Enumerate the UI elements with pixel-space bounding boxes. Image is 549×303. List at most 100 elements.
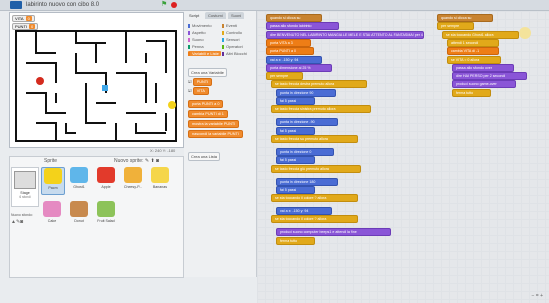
category-aspetto[interactable]: Aspetto [188,30,206,35]
new-backdrop-label: Nuovo sfondo: [11,213,33,217]
pacman-icon [168,101,176,109]
paint-new-sprite-icon[interactable]: ✎ [145,158,149,164]
variable-reporter-vita[interactable]: VITA [192,87,209,95]
tab-script[interactable]: Script [186,12,203,19]
script-block-4[interactable]: cambia VITA di -1 [447,47,499,56]
sprite-name: Apple [101,185,111,189]
sprites-label: Sprite [44,158,58,164]
sprite-thumb-bananas[interactable]: Bananas [149,167,171,193]
sprite-thumb-donut[interactable]: Donut [68,201,90,227]
script-block-9[interactable]: punta in direzione 90 [276,88,337,97]
script-block-6[interactable]: passa allo sfondo over [452,63,515,72]
script-block-22[interactable]: se sta toccando il colore ? allora [271,215,359,224]
camera-icon[interactable]: ◙ [156,158,159,164]
sprite-name: Bananas [152,185,168,189]
sprite-image [151,167,169,183]
script-block-13[interactable]: fai 5 passi [276,126,316,135]
script-block-5[interactable]: se VITA = 0 allora [447,55,501,64]
script-block-10[interactable]: fai 5 passi [276,97,316,105]
sprite-thumb-cake[interactable]: Cake [41,201,63,227]
apple-icon [36,77,44,85]
script-block-7[interactable]: per sempre [266,72,303,81]
zoom-controls[interactable]: − = + [531,293,543,299]
mouse-coordinates: X: 240 Y: -180 [150,148,176,153]
script-block-15[interactable]: punta in direzione 0 [276,147,334,156]
script-block-23[interactable]: produci suono computer beeps1 e attendi … [276,228,391,237]
script-block-1[interactable]: per sempre [437,22,474,31]
upload-sprite-icon[interactable]: ⬆ [150,158,154,164]
sprite-image [70,167,88,183]
script-block-2[interactable]: dire BENVENUTO NEL LABIRINTO MANGIA LE M… [266,30,424,39]
scratch-logo-icon [10,1,22,9]
block-change-variable[interactable]: cambia PUNTI di 1 [188,110,228,118]
sprite-name: Cheesy-P... [123,185,143,189]
script-block-3[interactable]: attendi 1 secondi [447,38,499,47]
sprite-thumb-cheesy-p-[interactable]: Cheesy-P... [122,167,144,193]
script-block-4[interactable]: porta PUNTI a 0 [266,47,314,56]
category-controllo[interactable]: Controllo [222,30,242,35]
category-eventi[interactable]: Eventi [222,23,237,28]
sprite-thumb-ghost1[interactable]: Ghost1 [68,167,90,193]
sprite-info-icon[interactable] [519,27,531,39]
script-block-12[interactable]: punta in direzione -90 [276,118,339,127]
script-block-8[interactable]: se tasto freccia destra premuto allora [271,80,367,89]
category-variabili-e-liste[interactable]: Variabili e Liste [188,51,221,56]
sprite-name: Donut [74,219,84,223]
variable-monitor-vita[interactable]: VITA 0 [12,15,35,22]
script-block-21[interactable]: vai a x: -150 y: 94 [276,207,332,216]
sprite-thumb-fruit-salad[interactable]: Fruit Salad [95,201,117,227]
script-block-19[interactable]: fai 5 passi [276,185,316,194]
script-block-8[interactable]: produci suono game-over [452,80,517,89]
variable-reporter-punti[interactable]: PUNTI [192,78,213,86]
category-sensori[interactable]: Sensori [222,37,240,42]
block-show-variable[interactable]: mostra la variabile PUNTI [188,120,240,128]
script-block-20[interactable]: se sta toccando il colore ? allora [271,194,359,203]
sprite-image [97,201,115,217]
sprite-name: Ghost1 [73,185,85,189]
variable-monitor-punti[interactable]: PUNTI 0 [12,23,39,30]
tab-costumes[interactable]: Costumi [205,12,226,19]
new-backdrop-icons[interactable]: ▲✎◙ [11,219,23,225]
sprite-thumb-apple[interactable]: Apple [95,167,117,193]
script-block-24[interactable]: ferma tutto [276,236,316,245]
script-block-18[interactable]: punta in direzione 180 [276,177,339,186]
green-flag-icon[interactable]: ⚑ [161,1,167,8]
stage[interactable]: VITA 0 PUNTI 0 [9,12,184,148]
stage-thumbnail[interactable]: Stage 6 sfondi [11,167,39,207]
script-block-6[interactable]: porta dimensione al 25 % [266,63,333,72]
variable-checkbox-punti[interactable]: ☑ PUNTI [188,78,213,86]
make-list-button[interactable]: Crea una Lista [188,152,221,161]
sprite-thumb-pacm[interactable]: Pacm [41,167,65,195]
script-block-11[interactable]: se tasto freccia sinistra premuto allora [271,105,371,114]
script-block-5[interactable]: vai a x: -150 y: 94 [266,55,322,64]
project-title[interactable]: labirinto nuovo con cibo 8.0 [26,2,99,8]
variable-checkbox-vita[interactable]: ☑ VITA [188,87,209,95]
new-sprite-label: Nuovo sprite: ✎ ⬆ ◙ [114,158,160,164]
script-block-7[interactable]: dire HAI PERSO per 2 secondi [452,72,527,81]
category-operatori[interactable]: Operatori [222,44,243,49]
category-movimento[interactable]: Movimento [188,23,212,28]
sprite-name: Fruit Salad [97,219,115,223]
script-block-1[interactable]: passa allo sfondo labirinto [266,22,339,31]
block-hide-variable[interactable]: nascondi la variabile PUNTI [188,130,243,138]
block-set-variable[interactable]: porta PUNTI a 0 [188,100,224,108]
tab-sounds[interactable]: Suoni [228,12,245,19]
stage-thumb-image [14,171,36,189]
category-altri-blocchi[interactable]: Altri Blocchi [222,51,247,56]
script-block-14[interactable]: se tasto freccia su premuto allora [271,134,359,143]
script-block-0[interactable]: quando si clicca su [437,14,493,22]
sprite-image [43,201,61,217]
script-block-0[interactable]: quando si clicca su [266,14,322,22]
maze-backdrop [15,30,177,142]
stop-icon[interactable] [171,2,177,8]
make-variable-button[interactable]: Crea una Variabile [188,68,227,77]
sprite-image [44,168,62,184]
sprite-image [124,167,142,183]
category-suono[interactable]: Suono [188,37,204,42]
script-block-16[interactable]: fai 5 passi [276,156,316,165]
script-block-2[interactable]: se sta toccando Ghost1 allora [442,30,519,39]
script-block-17[interactable]: se tasto freccia giù premuto allora [271,164,361,173]
script-block-3[interactable]: porta VITA a 3 [266,38,312,47]
category-penna[interactable]: Penna [188,44,204,49]
script-block-9[interactable]: ferma tutto [452,88,492,97]
